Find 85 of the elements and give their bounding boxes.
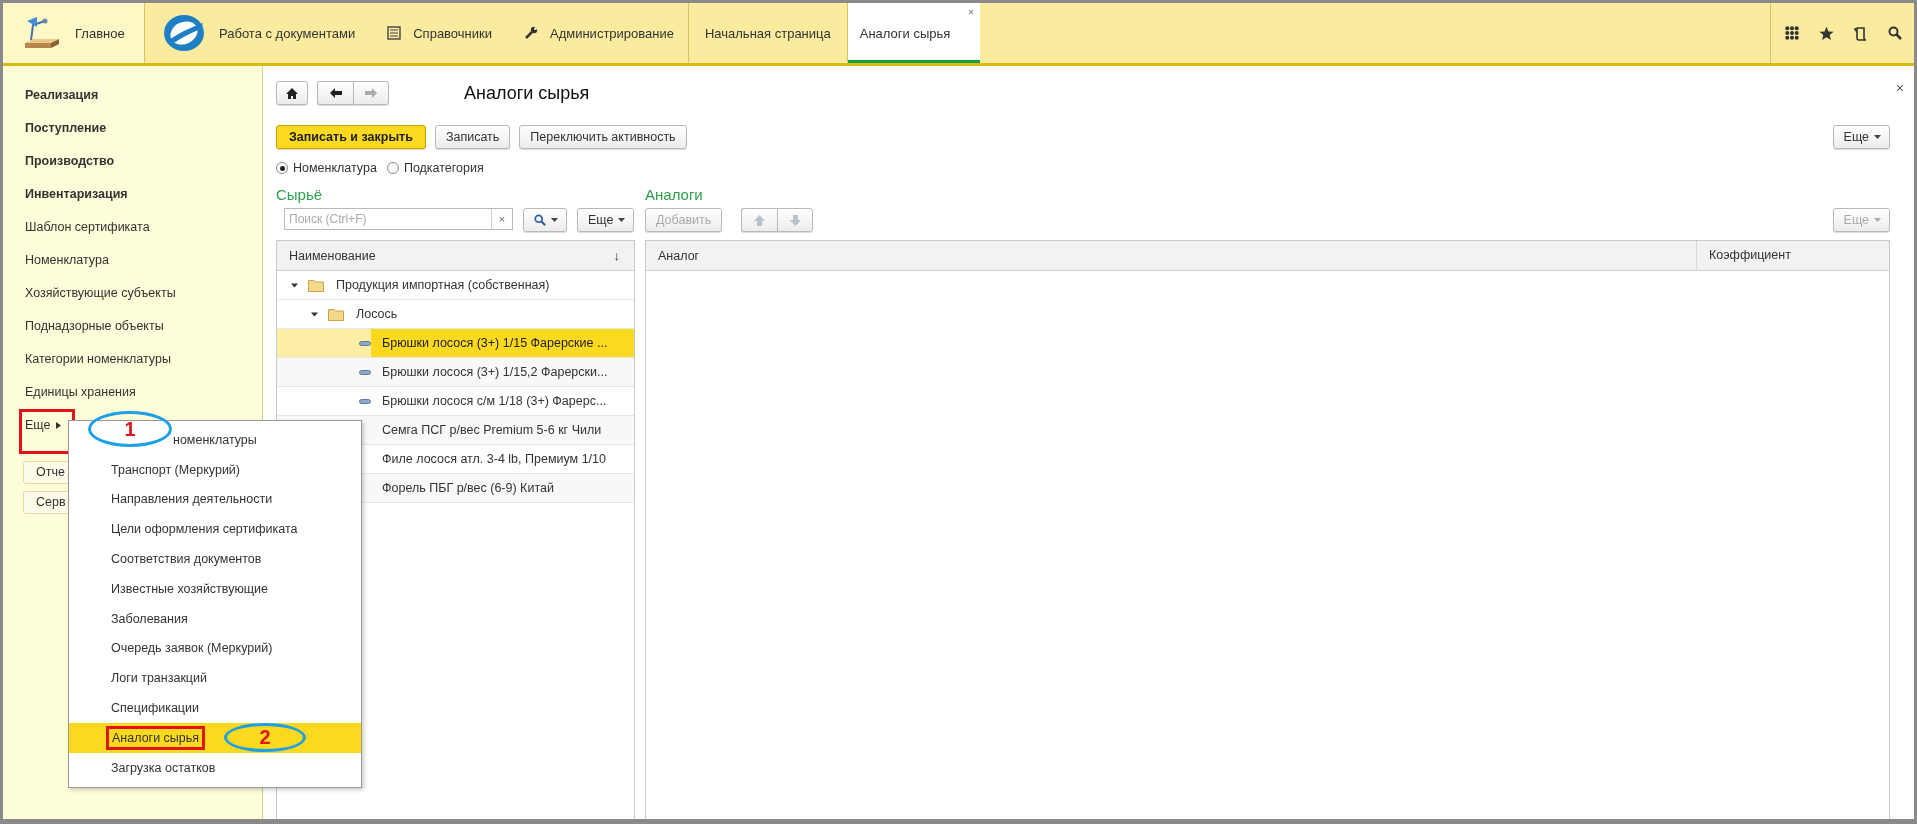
list-icon (387, 26, 402, 40)
command-button[interactable]: Записать и закрыть (276, 125, 426, 149)
caret-icon (618, 218, 626, 222)
section-label: Главное (75, 25, 125, 41)
sidebar-item[interactable]: Хозяйствующие субъекты (25, 283, 262, 316)
caret-icon (551, 218, 558, 222)
open-tab[interactable]: Аналоги сырья × (846, 3, 981, 63)
sidebar-item[interactable]: Поступление (25, 118, 262, 151)
menu-item[interactable]: Спецификации (69, 693, 361, 723)
search-icon[interactable] (1888, 26, 1902, 40)
more-button[interactable]: Еще (1832, 125, 1890, 149)
callout-ellipse: 1 (88, 411, 172, 447)
section-label: Администрирование (550, 25, 674, 41)
radio-button[interactable] (276, 162, 288, 174)
tree-cell-text: Семга ПСГ р/вес Premium 5-6 кг Чили (381, 422, 603, 439)
right-arrow-icon (365, 88, 377, 98)
section-label: Работа с документами (219, 25, 356, 41)
menu-item[interactable]: Известные хозяйствующие (69, 574, 361, 604)
tree-row[interactable]: Брюшки лосося (3+) 1/15,2 Фарерски... (277, 358, 634, 387)
section-label: Справочники (413, 25, 492, 41)
back-button[interactable] (317, 81, 353, 105)
column-header[interactable]: Аналог (646, 248, 1696, 263)
tree-row[interactable]: Брюшки лосося (3+) 1/15 Фарерские ... (277, 329, 634, 358)
menu-item[interactable]: Логи транзакций (69, 663, 361, 694)
down-arrow-icon (789, 214, 801, 226)
home-button[interactable] (276, 81, 308, 105)
expand-caret-icon[interactable] (291, 281, 298, 289)
more-button[interactable]: Еще (577, 208, 635, 232)
search-button[interactable] (523, 208, 567, 232)
tree-cell-text: Форель ПБГ р/вес (6-9) Китай (381, 480, 555, 497)
close-icon[interactable]: × (1895, 80, 1904, 96)
wrench-icon (524, 26, 538, 40)
search-icon (534, 214, 546, 226)
caret-icon (56, 422, 62, 429)
sidebar-item[interactable]: Шаблон сертификата (25, 217, 262, 250)
apps-grid-icon[interactable] (1785, 26, 1799, 40)
tree-cell-text: Брюшки лосося с/м 1/18 (3+) Фарерс... (381, 393, 608, 410)
section-link[interactable]: Справочники (369, 3, 506, 63)
tree-cell: Брюшки лосося (3+) 1/15 Фарерские ... (371, 329, 634, 357)
home-icon (286, 87, 298, 99)
section-link[interactable]: Главное (3, 3, 145, 63)
group-title: Сырьё (276, 186, 324, 205)
tree-cell-text: Продукция импортная (собственная) (335, 277, 551, 294)
radio-option[interactable]: Подкатегория (386, 161, 484, 175)
menu-item[interactable]: Соответствия документов (69, 544, 361, 574)
callout-ellipse: 2 (224, 722, 306, 752)
menu-item[interactable]: Очередь заявок (Меркурий) (69, 633, 361, 664)
open-tab[interactable]: Начальная страница (687, 3, 847, 63)
sidebar-item[interactable]: Реализация (25, 85, 262, 118)
tree-cell-text: Брюшки лосося (3+) 1/15,2 Фарерски... (381, 364, 609, 381)
command-button[interactable]: Переключить активность (519, 125, 687, 149)
sort-arrow[interactable]: ↓ (613, 248, 620, 263)
folder-icon (328, 307, 344, 321)
sidebar-item[interactable]: Инвентаризация (25, 184, 262, 217)
form-title: Аналоги сырья (464, 82, 590, 104)
search-field[interactable]: Поиск (Ctrl+F) × (284, 208, 513, 230)
menu-item[interactable]: Аналоги сырья 2 (69, 722, 361, 753)
star-icon[interactable] (1819, 25, 1834, 41)
close-tab-icon[interactable]: × (967, 6, 975, 18)
radio-option[interactable]: Номенклатура (276, 161, 377, 175)
up-arrow-icon (754, 214, 766, 226)
sidebar-item[interactable]: Поднадзорные объекты (25, 316, 262, 349)
folder-icon (308, 278, 324, 292)
group-title: Аналоги (645, 186, 704, 205)
menu-item[interactable]: Цели оформления сертификата (69, 514, 361, 545)
command-button[interactable]: Записать (434, 125, 511, 149)
section-link[interactable]: Работа с документами (145, 3, 370, 63)
tree-cell-text: Лосось (355, 306, 399, 323)
radio-button[interactable] (386, 162, 399, 174)
sidebar-item[interactable]: Категории номенклатуры (25, 349, 262, 382)
column-header[interactable]: Наименование (277, 248, 614, 263)
tree-cell-text: Филе лосося атл. 3-4 lb, Премиум 1/10 (381, 451, 607, 468)
menu-item[interactable]: Загрузка остатков (69, 752, 361, 783)
caret-icon (1874, 218, 1881, 222)
section-link[interactable]: Администрирование (506, 3, 688, 63)
globe-logo-icon (161, 13, 207, 53)
column-header[interactable]: Коэффициент (1696, 241, 1889, 270)
left-arrow-icon (329, 88, 342, 98)
sidebar-item[interactable]: Еще (25, 415, 70, 448)
caret-icon (1874, 135, 1881, 139)
sidebar-item[interactable]: Номенклатура (25, 250, 262, 283)
sidebar-item[interactable]: Производство (25, 151, 262, 184)
history-icon[interactable] (1854, 25, 1868, 41)
menu-item[interactable]: Заболевания (69, 603, 361, 634)
expand-caret-icon[interactable] (311, 310, 318, 318)
